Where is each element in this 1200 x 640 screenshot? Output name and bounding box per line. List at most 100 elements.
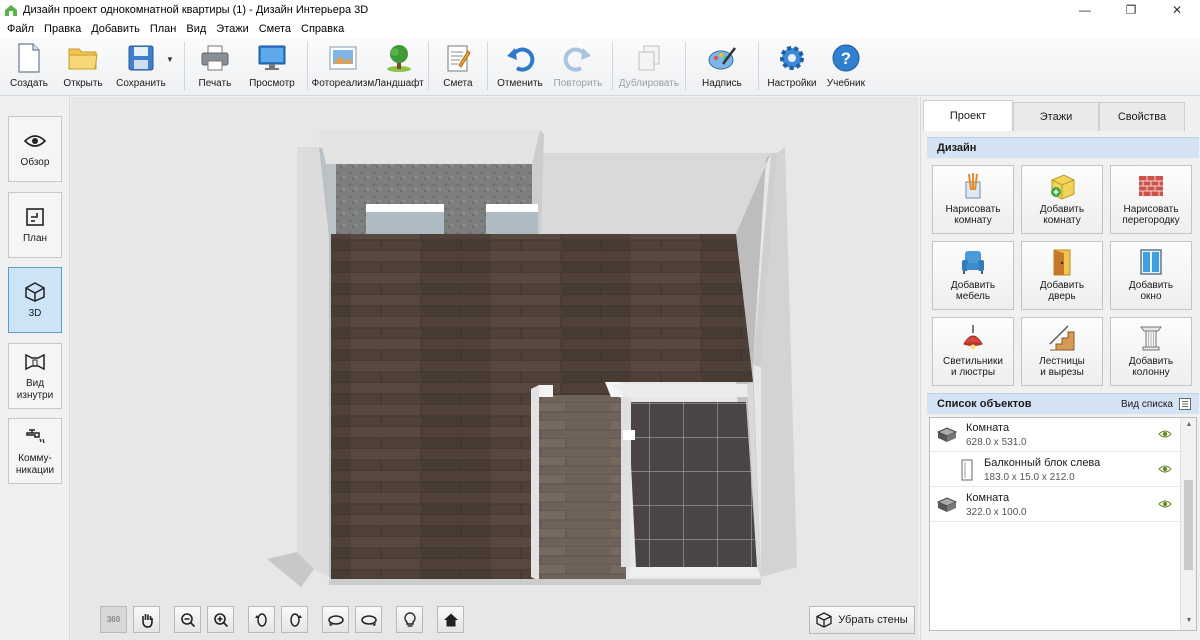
list-item[interactable]: Балконный блок слева 183.0 x 15.0 x 212.…	[930, 453, 1180, 487]
tab-properties[interactable]: Свойства	[1099, 102, 1185, 131]
remove-walls-button[interactable]: Убрать стены	[809, 606, 915, 634]
add-column-button[interactable]: Добавить колонну	[1110, 317, 1192, 386]
tilt-up-button[interactable]	[322, 606, 349, 633]
add-furniture-button[interactable]: Добавить мебель	[932, 241, 1014, 310]
title-bar: Дизайн проект однокомнатной квартиры (1)…	[0, 0, 1200, 20]
inside-view-label-2: изнутри	[16, 389, 54, 401]
tab-project[interactable]: Проект	[923, 100, 1013, 131]
rotate-left-button[interactable]	[248, 606, 275, 633]
draw-room-button[interactable]: Нарисовать комнату	[932, 165, 1014, 234]
open-button[interactable]: Открыть	[54, 38, 112, 94]
lamps-button[interactable]: Светильники и люстры	[932, 317, 1014, 386]
redo-button[interactable]: Повторить	[548, 38, 608, 94]
scroll-up-icon[interactable]: ▲	[1184, 421, 1194, 431]
create-button[interactable]: Создать	[4, 38, 54, 94]
home-view-button[interactable]	[437, 606, 464, 633]
draw-room-icon	[959, 172, 987, 200]
menu-edit[interactable]: Правка	[39, 20, 86, 38]
photorealism-button[interactable]: Фотореализм	[312, 38, 374, 94]
close-button[interactable]: ✕	[1154, 0, 1200, 20]
undo-button[interactable]: Отменить	[492, 38, 548, 94]
draw-partition-button[interactable]: Нарисовать перегородку	[1110, 165, 1192, 234]
menu-plan[interactable]: План	[145, 20, 182, 38]
inside-view-button[interactable]: Вид изнутри	[8, 343, 62, 409]
visibility-eye-icon[interactable]	[1158, 429, 1172, 439]
door-icon	[1048, 248, 1076, 276]
stairs-button[interactable]: Лестницы и вырезы	[1021, 317, 1103, 386]
print-button[interactable]: Печать	[189, 38, 241, 94]
pan-hand-button[interactable]	[133, 606, 160, 633]
menu-estimate[interactable]: Смета	[254, 20, 296, 38]
menu-view[interactable]: Вид	[181, 20, 211, 38]
add-window-button[interactable]: Добавить окно	[1110, 241, 1192, 310]
photo-icon	[327, 42, 359, 74]
view-list-label: Вид списка	[1120, 398, 1173, 410]
maximize-button[interactable]: ❐	[1108, 0, 1154, 20]
zoom-in-button[interactable]	[207, 606, 234, 633]
scroll-down-icon[interactable]: ▼	[1184, 617, 1194, 627]
add-window-label-2: окно	[1140, 291, 1162, 302]
list-item[interactable]: Комната 322.0 x 100.0	[930, 488, 1180, 522]
draw-partition-label-1: Нарисовать	[1123, 204, 1179, 215]
object-list-scrollbar[interactable]: ▲ ▼	[1180, 418, 1196, 630]
add-column-label-2: колонну	[1132, 367, 1170, 378]
lamps-label-2: и люстры	[950, 367, 996, 378]
menu-add[interactable]: Добавить	[86, 20, 145, 38]
menu-file[interactable]: Файл	[2, 20, 39, 38]
zoom-out-button[interactable]	[174, 606, 201, 633]
menu-help[interactable]: Справка	[296, 20, 349, 38]
draw-room-label-1: Нарисовать	[945, 204, 1001, 215]
communications-button[interactable]: Комму- никации	[8, 418, 62, 484]
landscape-button[interactable]: Ландшафт	[374, 38, 424, 94]
bathroom-bottom-wall	[629, 567, 761, 577]
caption-button[interactable]: Надпись	[690, 38, 754, 94]
tutorial-button[interactable]: ? Учебник	[821, 38, 871, 94]
visibility-eye-icon[interactable]	[1158, 464, 1172, 474]
eye-icon	[24, 130, 46, 152]
home-icon	[443, 613, 458, 626]
balcony-partition-right	[486, 212, 538, 234]
bathroom-left-wall	[621, 397, 631, 567]
add-room-button[interactable]: Добавить комнату	[1021, 165, 1103, 234]
visibility-eye-icon[interactable]	[1158, 499, 1172, 509]
save-button[interactable]: Сохранить	[112, 38, 170, 94]
paint-palette-icon	[706, 42, 738, 74]
corridor-floor	[539, 395, 626, 581]
preview-button[interactable]: Просмотр	[241, 38, 303, 94]
add-room-label-1: Добавить	[1039, 204, 1085, 215]
menu-floors[interactable]: Этажи	[211, 20, 253, 38]
plan-button[interactable]: План	[8, 192, 62, 258]
list-item[interactable]: Комната 628.0 x 531.0	[930, 418, 1180, 452]
bathroom-tile-floor	[628, 402, 757, 567]
scrollbar-thumb[interactable]	[1184, 480, 1193, 570]
balcony-partition-right-top	[486, 204, 538, 212]
add-door-button[interactable]: Добавить дверь	[1021, 241, 1103, 310]
stairs-icon	[1048, 324, 1076, 352]
object-list: Комната 628.0 x 531.0 Балконный блок сле…	[929, 417, 1197, 631]
tab-floors[interactable]: Этажи	[1013, 102, 1099, 131]
lighting-button[interactable]	[396, 606, 423, 633]
window-title: Дизайн проект однокомнатной квартиры (1)…	[23, 4, 369, 16]
faucet-icon	[24, 426, 46, 448]
estimate-button[interactable]: Смета	[433, 38, 483, 94]
add-room-label-2: комнату	[1043, 215, 1081, 226]
add-window-label-1: Добавить	[1128, 280, 1174, 291]
rotate-right-button[interactable]	[281, 606, 308, 633]
settings-button[interactable]: Настройки	[763, 38, 821, 94]
design-section-header: Дизайн	[927, 137, 1199, 158]
tilt-down-button[interactable]	[355, 606, 382, 633]
save-dropdown-icon[interactable]: ▼	[166, 55, 174, 64]
view-list-button[interactable]: Вид списка	[1121, 398, 1191, 410]
duplicate-button[interactable]: Дублировать	[617, 38, 681, 94]
minimize-button[interactable]: —	[1062, 0, 1108, 20]
view3d-button[interactable]: 3D	[8, 267, 62, 333]
view3d-label: 3D	[28, 307, 42, 319]
cube-3d-icon	[24, 281, 46, 303]
room-3d-render[interactable]	[71, 97, 918, 640]
overview-button[interactable]: Обзор	[8, 116, 62, 182]
draw-partition-label-2: перегородку	[1122, 215, 1180, 226]
rotate-360-button[interactable]: 360	[100, 606, 127, 633]
redo-label: Повторить	[553, 78, 603, 89]
3d-viewport[interactable]	[71, 97, 918, 640]
back-wall	[540, 153, 771, 234]
